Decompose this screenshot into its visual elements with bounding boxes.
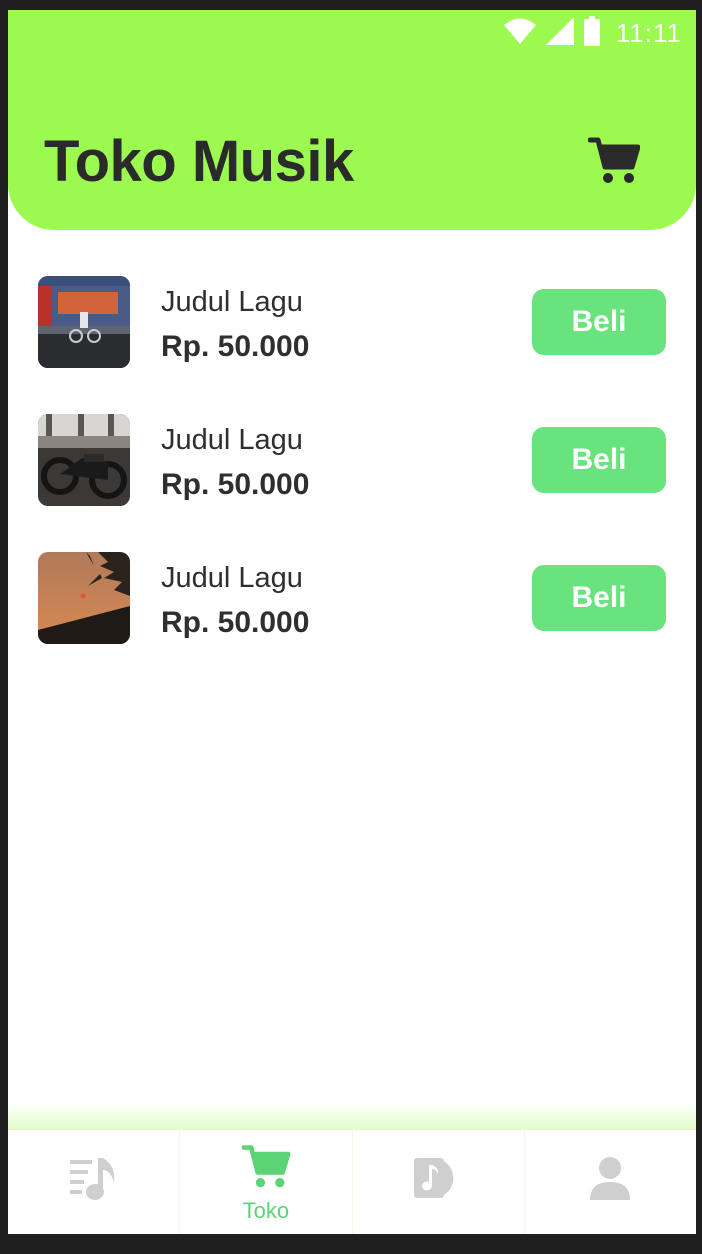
cellular-signal-icon (545, 16, 574, 50)
header: 11:11 Toko Musik (8, 10, 696, 230)
nav-profile[interactable] (523, 1130, 696, 1234)
motorcycle-photo (38, 414, 130, 506)
product-list: Judul Lagu Rp. 50.000 Beli Judul Lagu Rp… (8, 272, 696, 686)
song-title: Judul Lagu (161, 562, 303, 594)
music-album-icon (414, 1156, 462, 1205)
nav-label-toko: Toko (242, 1198, 290, 1223)
list-item: Judul Lagu Rp. 50.000 Beli (8, 410, 696, 548)
street-cyclist-photo (38, 276, 130, 368)
song-price: Rp. 50.000 (161, 330, 310, 363)
nav-toko[interactable]: Toko (179, 1130, 351, 1234)
status-bar: 11:11 (8, 10, 696, 56)
playlist-music-icon (69, 1156, 118, 1207)
cart-button[interactable] (587, 134, 641, 186)
shopping-cart-icon (587, 137, 641, 190)
song-title: Judul Lagu (161, 424, 303, 456)
list-item: Judul Lagu Rp. 50.000 Beli (8, 548, 696, 686)
buy-button[interactable]: Beli (532, 427, 666, 493)
wifi-icon (503, 18, 536, 49)
buy-button[interactable]: Beli (532, 565, 666, 631)
sunset-palm-photo (38, 552, 130, 644)
page-title: Toko Musik (44, 129, 354, 194)
status-time: 11:11 (615, 17, 682, 48)
song-title: Judul Lagu (161, 286, 303, 318)
user-profile-icon (590, 1156, 631, 1205)
app-screen: 11:11 Toko Musik Judul Lagu Rp. 50.000 B… (8, 10, 696, 1234)
buy-button[interactable]: Beli (532, 289, 666, 355)
battery-icon (583, 15, 600, 51)
list-item: Judul Lagu Rp. 50.000 Beli (8, 272, 696, 410)
bottom-navigation: Toko (8, 1130, 696, 1234)
nav-album[interactable] (351, 1130, 524, 1234)
nav-shadow (8, 1102, 696, 1132)
nav-playlist[interactable] (8, 1130, 179, 1234)
song-price: Rp. 50.000 (161, 606, 310, 639)
song-price: Rp. 50.000 (161, 468, 310, 501)
shopping-cart-icon (241, 1142, 291, 1195)
